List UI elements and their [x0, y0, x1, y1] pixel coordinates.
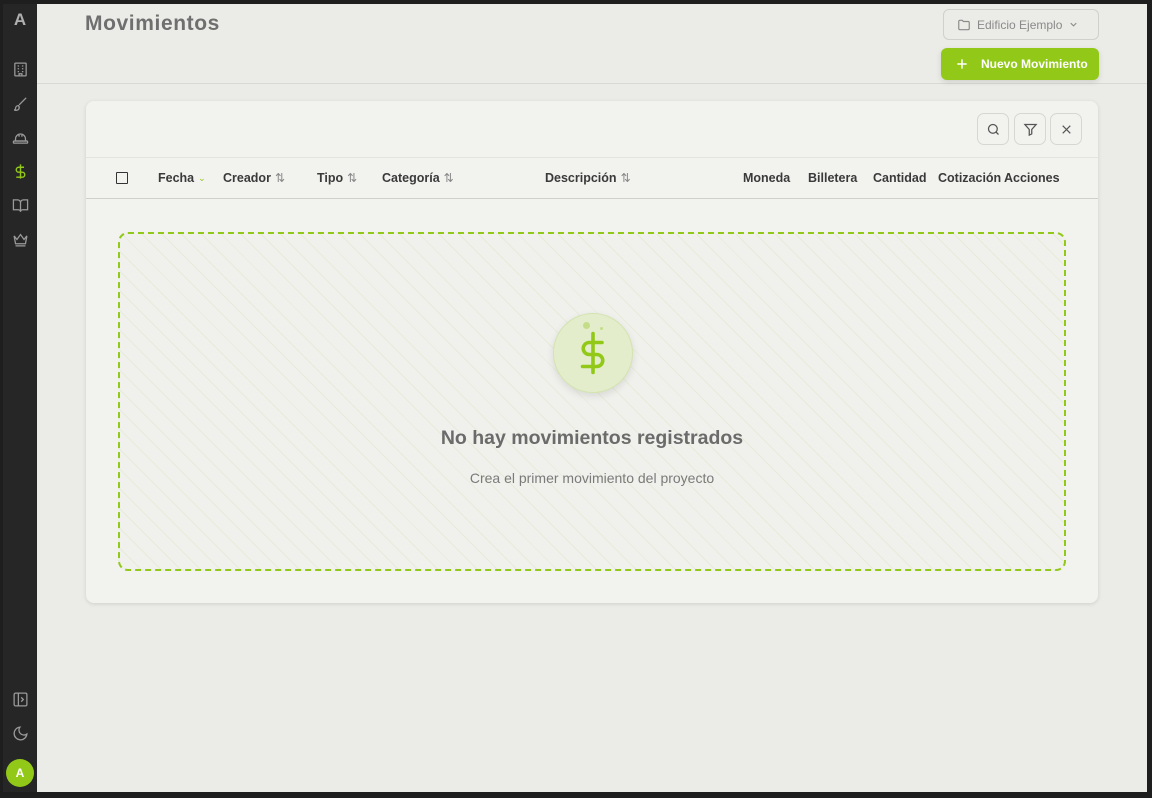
column-descripcion[interactable]: Descripción ⇅	[545, 171, 631, 185]
folder-icon	[958, 19, 970, 30]
decorative-dot	[600, 327, 603, 330]
main-content: Movimientos Edificio Ejemplo Nuevo Movim…	[37, 4, 1147, 792]
sort-icon: ⇅	[620, 171, 631, 185]
sort-icon: ⇅	[274, 171, 285, 185]
decorative-dot	[583, 322, 590, 329]
book-icon[interactable]	[8, 193, 32, 217]
column-moneda: Moneda	[743, 171, 791, 185]
column-label: Descripción	[545, 171, 617, 185]
close-icon	[1061, 124, 1071, 134]
search-button[interactable]	[977, 113, 1009, 145]
empty-state-badge	[553, 313, 633, 393]
chevron-down-icon	[1070, 22, 1078, 27]
empty-state-title: No hay movimientos registrados	[440, 427, 744, 449]
building-icon[interactable]	[8, 57, 32, 81]
column-acciones: Acciones	[1004, 171, 1060, 185]
empty-state: No hay movimientos registrados Crea el p…	[118, 232, 1066, 571]
dollar-icon[interactable]	[8, 159, 32, 183]
column-label: Fecha	[158, 171, 195, 185]
new-movement-label: Nuevo Movimiento	[981, 57, 1088, 71]
project-select[interactable]: Edificio Ejemplo	[943, 9, 1099, 40]
app-logo[interactable]: A	[3, 10, 37, 30]
new-movement-button[interactable]: Nuevo Movimiento	[941, 48, 1099, 80]
moon-icon[interactable]	[8, 721, 32, 745]
project-select-label: Edificio Ejemplo	[977, 17, 1063, 32]
table-header: Fecha ⌄ Creador ⇅ Tipo ⇅ Categoría ⇅ Des…	[86, 157, 1098, 199]
column-categoria[interactable]: Categoría ⇅	[382, 171, 454, 185]
column-cantidad: Cantidad	[873, 171, 927, 185]
user-avatar[interactable]: A	[6, 759, 34, 787]
sort-icon: ⇅	[347, 171, 358, 185]
dollar-icon	[580, 331, 605, 375]
search-icon	[987, 123, 999, 135]
column-fecha[interactable]: Fecha ⌄	[158, 171, 206, 185]
app-window: A A Movimientos Edificio Ejemplo Nuevo M…	[0, 0, 1152, 798]
panel-toggle-icon[interactable]	[8, 687, 32, 711]
column-billetera: Billetera	[808, 171, 858, 185]
column-label: Creador	[223, 171, 271, 185]
filter-button[interactable]	[1014, 113, 1046, 145]
empty-state-subtitle: Crea el primer movimiento del proyecto	[469, 470, 715, 486]
select-all-checkbox[interactable]	[116, 172, 128, 184]
column-label: Tipo	[317, 171, 344, 185]
column-label: Categoría	[382, 171, 440, 185]
sort-desc-icon: ⌄	[198, 172, 206, 183]
plus-icon	[957, 59, 967, 69]
filter-icon	[1022, 123, 1038, 136]
page-title: Movimientos	[85, 12, 220, 35]
column-tipo[interactable]: Tipo ⇅	[317, 171, 357, 185]
column-creador[interactable]: Creador ⇅	[223, 171, 285, 185]
sidebar: A A	[3, 4, 37, 792]
column-cotizacion: Cotización	[938, 171, 1002, 185]
page-header: Movimientos Edificio Ejemplo Nuevo Movim…	[37, 4, 1147, 84]
crown-icon[interactable]	[8, 227, 32, 251]
brush-icon[interactable]	[8, 91, 32, 115]
movements-card: Fecha ⌄ Creador ⇅ Tipo ⇅ Categoría ⇅ Des…	[86, 101, 1098, 603]
sort-icon: ⇅	[443, 171, 454, 185]
helmet-icon[interactable]	[8, 125, 32, 149]
clear-button[interactable]	[1050, 113, 1082, 145]
